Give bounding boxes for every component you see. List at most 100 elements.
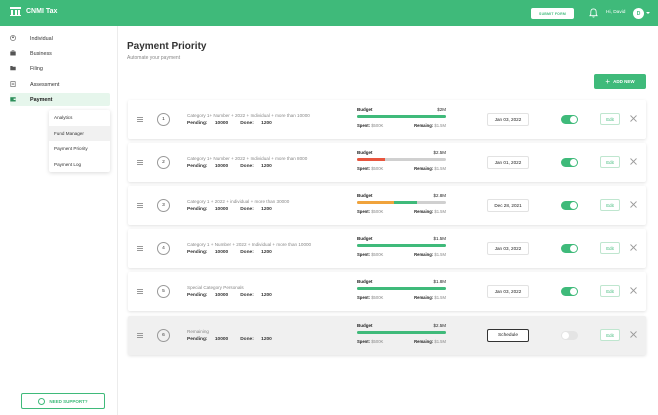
remaining-label: Remaing:: [414, 123, 434, 128]
submenu-item-analytics[interactable]: Analytics: [49, 110, 110, 126]
budget-progress-fill: [394, 201, 417, 204]
remaining-value: $1.5M: [434, 166, 446, 171]
close-icon[interactable]: [629, 286, 638, 295]
date-field[interactable]: Jan 01, 2022: [487, 156, 529, 169]
drag-handle-icon[interactable]: [137, 246, 143, 251]
need-support-button[interactable]: NEED SUPPORT?: [21, 393, 105, 409]
edit-button[interactable]: Edit: [600, 242, 620, 254]
done-label: Done:: [240, 121, 254, 126]
submenu-item-fund-manager[interactable]: Fund Manager: [49, 125, 110, 141]
priority-row[interactable]: 6 Remaining Pending: 10000 Done: 1200 Budget…: [128, 316, 646, 355]
drag-handle-icon[interactable]: [137, 333, 143, 338]
rule-counts: Pending: 10000 Done: 1200: [187, 293, 284, 298]
close-icon[interactable]: [629, 157, 638, 166]
budget-value: $2.5M: [433, 150, 446, 155]
edit-button[interactable]: Edit: [600, 329, 620, 341]
close-icon[interactable]: [629, 114, 638, 123]
chevron-down-icon[interactable]: [646, 12, 650, 14]
folder-icon: [10, 66, 16, 71]
budget-progress-bar: [357, 115, 446, 118]
rule-toggle[interactable]: [561, 331, 578, 340]
drag-handle-icon[interactable]: [137, 203, 143, 208]
pending-value: 10000: [214, 293, 229, 298]
sidebar-item-business[interactable]: Business: [10, 47, 110, 60]
done-label: Done:: [240, 207, 254, 212]
rule-toggle[interactable]: [561, 201, 578, 210]
avatar[interactable]: D: [633, 8, 644, 19]
spent-value: $500K: [371, 252, 384, 257]
priority-row[interactable]: 4 Category 1 + Number + 2022 + Individual…: [128, 229, 646, 268]
date-field[interactable]: Dec 28, 2021: [487, 199, 529, 212]
sidebar-item-filing[interactable]: Filing: [10, 62, 110, 75]
sidebar-item-individual[interactable]: Individual: [10, 32, 110, 45]
need-support-label: NEED SUPPORT?: [49, 398, 88, 404]
done-value: 1200: [261, 121, 272, 126]
spent-label: Spent:: [357, 295, 371, 300]
budget-value: $2.8M: [433, 193, 446, 198]
budget-progress-fill: [357, 158, 386, 161]
spent-value: $500K: [371, 295, 384, 300]
drag-handle-icon[interactable]: [137, 160, 143, 165]
add-new-label: ADD NEW: [613, 79, 635, 84]
rule-description: Special Category Personals: [187, 285, 244, 290]
schedule-button[interactable]: Schedule: [487, 329, 529, 342]
edit-button[interactable]: Edit: [600, 285, 620, 297]
budget-progress-bar: [357, 244, 446, 247]
spent-value: $500K: [371, 166, 384, 171]
rule-counts: Pending: 10000 Done: 1200: [187, 337, 284, 342]
priority-row[interactable]: 3 Category 1 + 2022 + individual + more t…: [128, 186, 646, 225]
submenu-item-payment-priority[interactable]: Payment Priority: [49, 141, 110, 157]
spent-label: Spent:: [357, 209, 371, 214]
submenu-item-payment-log[interactable]: Payment Log: [49, 157, 110, 173]
edit-button[interactable]: Edit: [600, 113, 620, 125]
sidebar-item-assessment[interactable]: Assessment: [10, 78, 110, 91]
priority-number: 4: [157, 242, 170, 255]
sidebar-item-payment[interactable]: Payment: [10, 93, 110, 106]
remaining-label: Remaing:: [414, 209, 434, 214]
close-icon[interactable]: [629, 243, 638, 252]
close-icon[interactable]: [629, 330, 638, 339]
rule-description: Category 1+ Number + 2022 + Individual +…: [187, 113, 310, 118]
drag-handle-icon[interactable]: [137, 289, 143, 294]
page-title: Payment Priority: [127, 41, 207, 52]
submit-form-button[interactable]: SUBMIT FORM: [531, 8, 574, 19]
priority-row[interactable]: 5 Special Category Personals Pending: 1000…: [128, 272, 646, 311]
edit-button[interactable]: Edit: [600, 156, 620, 168]
rule-description: Remaining: [187, 329, 209, 334]
budget-progress-fill: [357, 287, 446, 290]
priority-row[interactable]: 2 Category 1+ Number + 2022 + Individual …: [128, 143, 646, 182]
sidebar-item-label: Payment: [30, 96, 53, 103]
date-field[interactable]: Jan 03, 2022: [487, 242, 529, 255]
user-greeting: Hi, David: [606, 10, 626, 15]
bell-icon[interactable]: [589, 8, 598, 18]
budget-label: Budget: [357, 236, 373, 241]
budget-progress-fill: [357, 331, 446, 334]
date-field[interactable]: Jan 03, 2022: [487, 113, 529, 126]
spent-label: Spent:: [357, 123, 371, 128]
pending-value: 10000: [214, 164, 229, 169]
pending-label: Pending:: [187, 337, 208, 342]
priority-number: 3: [157, 199, 170, 212]
priority-row[interactable]: 1 Category 1+ Number + 2022 + Individual …: [128, 100, 646, 139]
budget-widget: Budget $2.8M Spent: $500K Remaing: $1.5M: [357, 193, 446, 214]
done-value: 1200: [261, 293, 272, 298]
remaining-label: Remaing:: [414, 295, 434, 300]
budget-progress-fill: [357, 201, 395, 204]
priority-number: 2: [157, 156, 170, 169]
rule-toggle[interactable]: [561, 158, 578, 167]
drag-handle-icon[interactable]: [137, 117, 143, 122]
pending-label: Pending:: [187, 164, 208, 169]
briefcase-icon: [10, 50, 16, 56]
rule-toggle[interactable]: [561, 115, 578, 124]
edit-button[interactable]: Edit: [600, 199, 620, 211]
add-new-button[interactable]: + ADD NEW: [594, 74, 646, 89]
spent-value: $500K: [371, 123, 384, 128]
close-icon[interactable]: [629, 200, 638, 209]
date-field[interactable]: Jan 03, 2022: [487, 285, 529, 298]
app-logo[interactable]: CNMI Tax: [10, 7, 57, 16]
user-circle-icon: [10, 35, 16, 41]
page-subtitle: Automate your payment: [127, 55, 181, 61]
rule-toggle[interactable]: [561, 287, 578, 296]
spent-value: $500K: [371, 209, 384, 214]
rule-toggle[interactable]: [561, 244, 578, 253]
